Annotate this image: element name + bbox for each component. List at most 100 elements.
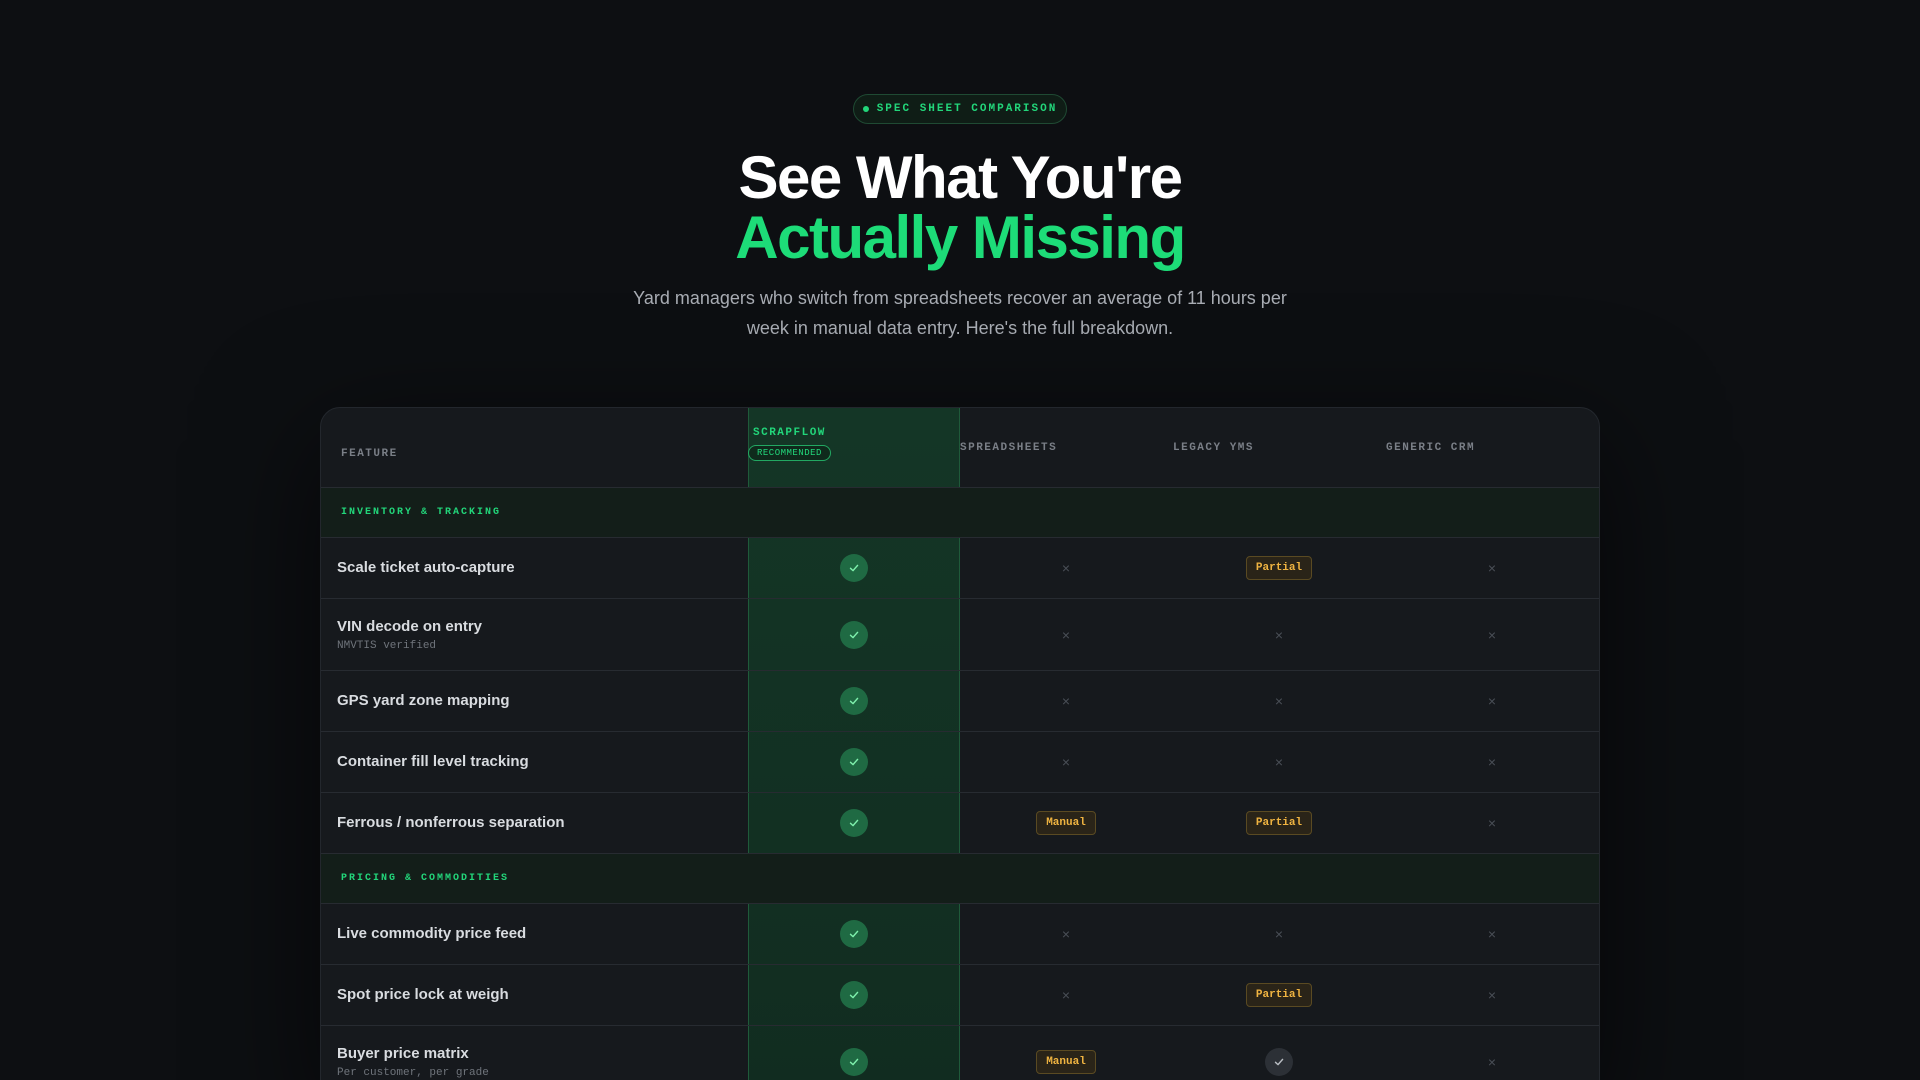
section-header-row: INVENTORY & TRACKING bbox=[321, 488, 1599, 538]
check-icon bbox=[840, 620, 868, 649]
table-row: Buyer price matrix Per customer, per grad… bbox=[321, 1026, 1599, 1080]
cross-icon: × bbox=[1487, 815, 1497, 831]
feature-name: Spot price lock at weigh bbox=[337, 986, 509, 1003]
value-cell: × bbox=[1386, 904, 1598, 964]
value-cell: × bbox=[1173, 904, 1385, 964]
section-label: INVENTORY & TRACKING bbox=[341, 507, 502, 518]
status-badge: Partial bbox=[1245, 556, 1313, 580]
cross-icon: × bbox=[1274, 926, 1284, 942]
value-cell: × bbox=[1173, 599, 1385, 670]
feature-name: Live commodity price feed bbox=[337, 925, 527, 942]
value-cell bbox=[748, 538, 960, 598]
cross-icon: × bbox=[1061, 626, 1071, 643]
value-cell: × bbox=[960, 732, 1172, 792]
status-badge: Partial bbox=[1245, 811, 1313, 835]
value-cell: × bbox=[1386, 1026, 1598, 1080]
value-cell: × bbox=[1386, 671, 1598, 731]
section-badge: SPEC SHEET COMPARISON bbox=[853, 94, 1067, 124]
value-cell: Manual bbox=[960, 793, 1172, 853]
value-cell: × bbox=[1386, 732, 1598, 792]
value-cell: × bbox=[1173, 671, 1385, 731]
value-cell: × bbox=[1386, 538, 1598, 598]
cross-icon: × bbox=[1274, 693, 1284, 709]
value-cell bbox=[1173, 1026, 1385, 1080]
feature-name: Ferrous / nonferrous separation bbox=[337, 814, 565, 831]
check-icon bbox=[840, 920, 868, 948]
table-row: Spot price lock at weigh × Partial × bbox=[321, 965, 1599, 1026]
feature-name: Scale ticket auto-capture bbox=[337, 559, 515, 576]
feature-name: Buyer price matrix bbox=[337, 1045, 469, 1062]
value-cell bbox=[748, 904, 960, 964]
badge-label: SPEC SHEET COMPARISON bbox=[876, 103, 1058, 115]
table-row: GPS yard zone mapping × × × bbox=[321, 671, 1599, 732]
section-header-row: PRICING & COMMODITIES bbox=[321, 854, 1599, 904]
value-cell: × bbox=[1386, 965, 1598, 1025]
recommended-badge: RECOMMENDED bbox=[748, 445, 831, 461]
cross-icon: × bbox=[1487, 1053, 1497, 1070]
header-generic-crm: GENERIC CRM bbox=[1386, 442, 1476, 454]
cross-icon: × bbox=[1487, 560, 1497, 576]
value-cell: × bbox=[1386, 793, 1598, 853]
table-row: VIN decode on entry NMVTIS verified × × × bbox=[321, 599, 1599, 671]
value-cell: × bbox=[1173, 732, 1385, 792]
table-row: Live commodity price feed × × × bbox=[321, 904, 1599, 965]
check-icon bbox=[840, 1047, 868, 1076]
comparison-table: FEATURE SCRAPFLOW RECOMMENDED SPREADSHEE… bbox=[320, 407, 1600, 1080]
headline-line-1: See What You're bbox=[738, 144, 1184, 211]
value-cell bbox=[748, 793, 960, 853]
value-cell: Manual bbox=[960, 1026, 1172, 1080]
value-cell bbox=[748, 671, 960, 731]
cross-icon: × bbox=[1487, 626, 1497, 643]
cross-icon: × bbox=[1487, 926, 1497, 942]
cross-icon: × bbox=[1487, 987, 1497, 1003]
value-cell bbox=[748, 599, 960, 670]
check-icon bbox=[840, 981, 868, 1009]
value-cell: Partial bbox=[1173, 793, 1385, 853]
cross-icon: × bbox=[1061, 987, 1071, 1003]
value-cell: × bbox=[960, 904, 1172, 964]
hero-subtitle: Yard managers who switch from spreadshee… bbox=[633, 288, 1287, 338]
page: SPEC SHEET COMPARISON See What You're Ac… bbox=[0, 0, 1920, 1080]
cross-icon: × bbox=[1061, 754, 1071, 770]
feature-subtext: Per customer, per grade bbox=[337, 1067, 489, 1079]
value-cell: Partial bbox=[1173, 965, 1385, 1025]
value-cell: × bbox=[1386, 599, 1598, 670]
value-cell bbox=[748, 965, 960, 1025]
value-cell bbox=[748, 732, 960, 792]
cross-icon: × bbox=[1061, 693, 1071, 709]
cross-icon: × bbox=[1061, 926, 1071, 942]
headline-line-2: Actually Missing bbox=[735, 204, 1186, 271]
status-badge: Manual bbox=[1036, 1049, 1096, 1074]
value-cell: × bbox=[960, 965, 1172, 1025]
table-row: Ferrous / nonferrous separation Manual Par… bbox=[321, 793, 1599, 854]
table-row: Scale ticket auto-capture × Partial × bbox=[321, 538, 1599, 599]
section-label: PRICING & COMMODITIES bbox=[341, 873, 510, 884]
table-header-row: FEATURE SCRAPFLOW RECOMMENDED SPREADSHEE… bbox=[321, 408, 1599, 488]
status-badge: Partial bbox=[1245, 983, 1313, 1007]
feature-name: GPS yard zone mapping bbox=[337, 692, 510, 709]
cross-icon: × bbox=[1274, 626, 1284, 643]
check-icon bbox=[840, 809, 868, 837]
check-icon bbox=[840, 687, 868, 715]
cross-icon: × bbox=[1487, 754, 1497, 770]
header-scrapflow: SCRAPFLOW RECOMMENDED bbox=[748, 408, 831, 484]
header-feature: FEATURE bbox=[341, 448, 398, 460]
value-cell bbox=[748, 1026, 960, 1080]
check-icon bbox=[1265, 1047, 1293, 1076]
header-spreadsheets: SPREADSHEETS bbox=[960, 442, 1058, 454]
header-scrapflow-label: SCRAPFLOW bbox=[753, 427, 826, 439]
feature-subtext: NMVTIS verified bbox=[337, 640, 437, 652]
header-legacy-yms: LEGACY YMS bbox=[1173, 442, 1255, 454]
value-cell: × bbox=[960, 599, 1172, 670]
cross-icon: × bbox=[1061, 560, 1071, 576]
status-dot-icon bbox=[862, 106, 869, 112]
check-icon bbox=[840, 554, 868, 582]
feature-name: VIN decode on entry bbox=[337, 618, 483, 635]
cross-icon: × bbox=[1487, 693, 1497, 709]
value-cell: × bbox=[960, 671, 1172, 731]
value-cell: Partial bbox=[1173, 538, 1385, 598]
feature-name: Container fill level tracking bbox=[337, 753, 529, 770]
check-icon bbox=[840, 748, 868, 776]
cross-icon: × bbox=[1274, 754, 1284, 770]
status-badge: Manual bbox=[1036, 811, 1096, 835]
